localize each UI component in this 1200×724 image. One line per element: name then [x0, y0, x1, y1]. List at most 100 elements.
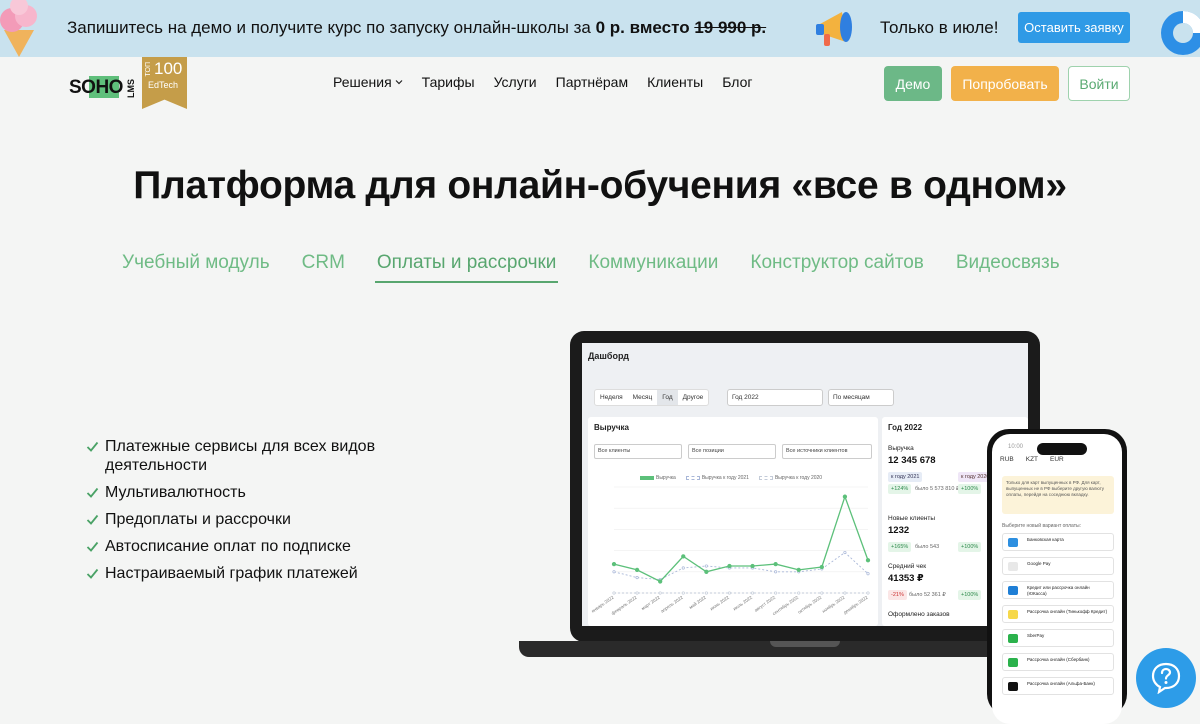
stat-label: Оформлено заказов — [888, 611, 950, 618]
data-point — [866, 572, 870, 576]
x-tick-label: июль 2022 — [732, 594, 753, 611]
data-point — [727, 563, 732, 569]
data-point — [842, 494, 848, 499]
swim-ring-icon — [1161, 11, 1200, 55]
tab-payments[interactable]: Оплаты и рассрочки — [374, 252, 558, 283]
list-item: Платежные сервисы для всех видов деятель… — [86, 437, 416, 475]
page-title: Платформа для онлайн-обучения «все в одн… — [133, 164, 1067, 207]
check-icon — [86, 514, 99, 525]
tab-site-builder[interactable]: Конструктор сайтов — [750, 252, 923, 274]
period-month[interactable]: Месяц — [628, 390, 658, 405]
x-tick-label: март 2022 — [640, 594, 661, 611]
payment-method-label: Банковская карта — [1027, 537, 1064, 542]
revenue-title: Выручка — [594, 423, 629, 432]
tab-learning[interactable]: Учебный модуль — [122, 252, 270, 274]
x-tick-label: июнь 2022 — [709, 594, 730, 611]
data-point — [681, 591, 685, 595]
data-point — [843, 550, 847, 555]
data-point — [865, 558, 871, 563]
filter-clients[interactable]: Все клиенты — [594, 444, 682, 459]
apply-button[interactable]: Оставить заявку — [1018, 12, 1130, 43]
data-point — [681, 554, 686, 559]
stat-chip: к году 2021 — [888, 472, 923, 482]
stat-value: 12 345 678 — [888, 455, 936, 466]
year-select[interactable]: Год 2022 — [727, 389, 823, 406]
payment-method-icon — [1008, 586, 1018, 595]
currency-tab-rub[interactable]: RUB — [1000, 456, 1014, 463]
payment-method[interactable]: Кредит или рассрочка онлайн (ЮКасса) — [1002, 581, 1114, 599]
payment-method-label: Кредит или рассрочка онлайн (ЮКасса) — [1027, 585, 1090, 596]
payment-method-label: Рассрочка онлайн (Альфа-Банк) — [1027, 681, 1095, 686]
payment-method[interactable]: Google Pay — [1002, 557, 1114, 575]
currency-tab-kzt[interactable]: KZT — [1026, 456, 1038, 463]
nav-item-clients[interactable]: Клиенты — [647, 74, 703, 90]
data-point — [797, 591, 801, 595]
x-tick-label: декабрь 2022 — [842, 594, 869, 615]
nav-item-partners[interactable]: Партнёрам — [556, 74, 628, 90]
nav-item-pricing[interactable]: Тарифы — [422, 74, 475, 90]
logo[interactable]: SOHO LMS ТОП 100 EdTech — [67, 57, 187, 110]
phone-mockup: 10:00 RUB KZT EUR Только для карт выпуще… — [987, 429, 1127, 724]
payment-method-icon — [1008, 538, 1018, 547]
feature-tabs: Учебный модуль CRM Оплаты и рассрочки Ко… — [122, 252, 1060, 283]
stat-value: 1232 — [888, 525, 910, 536]
promo-price-new: 0 р. вместо — [595, 18, 690, 37]
data-point — [774, 570, 778, 574]
stat-chip: +100% — [958, 484, 982, 494]
check-icon — [86, 568, 99, 579]
promo-price-old: 19 990 р. — [694, 18, 767, 37]
payment-method[interactable]: Рассрочка онлайн (Тинькофф Кредит) — [1002, 605, 1114, 623]
stat-chip: было 52 361 ₽ — [909, 592, 946, 598]
help-button[interactable] — [1136, 648, 1196, 708]
group-select[interactable]: По месяцам — [828, 389, 894, 406]
stat-chip: -21% — [888, 590, 907, 600]
promo-july: Только в июле! — [880, 18, 999, 37]
period-year[interactable]: Год — [657, 390, 678, 405]
main-nav: Решения Тарифы Услуги Партнёрам Клиенты … — [333, 74, 753, 90]
currency-tabs: RUB KZT EUR — [1000, 456, 1064, 463]
logo-suffix: LMS — [125, 78, 136, 98]
dashboard-title: Дашборд — [588, 351, 629, 361]
period-week[interactable]: Неделя — [595, 390, 628, 405]
data-point — [750, 563, 755, 569]
currency-tab-eur[interactable]: EUR — [1050, 456, 1064, 463]
payment-method[interactable]: Банковская карта — [1002, 533, 1114, 551]
period-other[interactable]: Другое — [678, 390, 709, 405]
legend-item: Выручка к году 2020 — [758, 475, 822, 481]
tab-video[interactable]: Видеосвязь — [956, 252, 1060, 274]
data-point — [819, 564, 824, 570]
laptop-notch — [770, 641, 840, 647]
stat-chip: +165% — [888, 542, 912, 552]
stat-label: Новые клиенты — [888, 515, 936, 522]
demo-button[interactable]: Демо — [884, 66, 942, 101]
stat-chip: +100% — [958, 590, 982, 600]
stat-label: Средний чек — [888, 563, 927, 570]
payment-method-icon — [1008, 658, 1018, 667]
try-button[interactable]: Попробовать — [951, 66, 1059, 101]
tab-communications[interactable]: Коммуникации — [588, 252, 718, 274]
payment-method-label: SberPay — [1027, 633, 1045, 638]
nav-item-solutions[interactable]: Решения — [333, 74, 403, 90]
payment-method[interactable]: SberPay — [1002, 629, 1114, 647]
data-point — [704, 569, 709, 574]
stat-label: Выручка — [888, 445, 914, 452]
login-button[interactable]: Войти — [1068, 66, 1130, 101]
nav-item-blog[interactable]: Блог — [722, 74, 752, 90]
megaphone-icon — [816, 12, 852, 46]
filter-sources[interactable]: Все источники клиентов — [782, 444, 872, 459]
tab-crm[interactable]: CRM — [302, 252, 345, 274]
data-point — [635, 591, 639, 595]
payment-method[interactable]: Рассрочка онлайн (Сбербанк) — [1002, 653, 1114, 671]
legend-item: Выручка — [640, 475, 676, 481]
payment-method[interactable]: Рассрочка онлайн (Альфа-Банк) — [1002, 677, 1114, 695]
stat-chip: +100% — [958, 542, 982, 552]
data-point — [773, 561, 778, 567]
payment-method-icon — [1008, 634, 1018, 643]
data-point — [612, 570, 616, 574]
nav-item-services[interactable]: Услуги — [494, 74, 537, 90]
data-point — [704, 564, 708, 568]
data-point — [658, 579, 663, 584]
filter-positions[interactable]: Все позиции — [688, 444, 776, 459]
data-point — [635, 576, 639, 580]
check-icon — [86, 487, 99, 498]
